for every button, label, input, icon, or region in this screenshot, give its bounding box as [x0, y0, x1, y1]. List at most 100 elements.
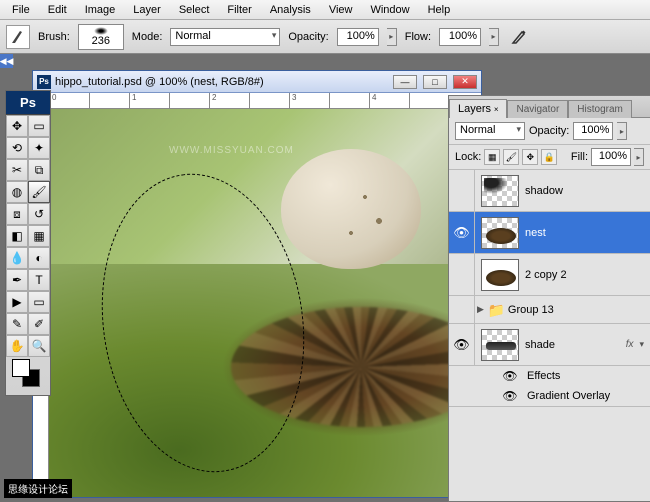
brush-preset-picker[interactable]: 236 [78, 24, 124, 50]
brush-dot-icon [94, 27, 108, 35]
type-tool[interactable]: T [28, 269, 50, 291]
layer-fill-flyout[interactable]: ▸ [634, 148, 644, 166]
layer-thumbnail[interactable] [481, 259, 519, 291]
lock-pixels-icon[interactable]: 🖌 [503, 149, 519, 165]
notes-tool[interactable]: ✎ [6, 313, 28, 335]
layer-name[interactable]: 2 copy 2 [525, 269, 650, 281]
layer-thumbnail[interactable] [481, 217, 519, 249]
layer-fill-input[interactable]: 100% [591, 148, 631, 166]
blur-tool[interactable]: 💧 [6, 247, 28, 269]
shape-tool[interactable]: ▭ [28, 291, 50, 313]
lock-label: Lock: [455, 151, 481, 163]
blend-mode-dropdown[interactable]: Normal [170, 28, 280, 46]
menu-view[interactable]: View [321, 2, 361, 18]
menu-window[interactable]: Window [362, 2, 417, 18]
document-titlebar[interactable]: Ps hippo_tutorial.psd @ 100% (nest, RGB/… [33, 71, 481, 93]
tab-histogram[interactable]: Histogram [568, 100, 632, 118]
layer-visibility-toggle[interactable]: 👁 [449, 212, 475, 253]
menu-file[interactable]: File [4, 2, 38, 18]
opacity-flyout[interactable]: ▸ [387, 28, 397, 46]
ruler-tick: 2 [209, 93, 249, 108]
current-tool-icon[interactable] [6, 25, 30, 49]
lasso-tool[interactable]: ⟲ [6, 137, 28, 159]
effects-header-row[interactable]: 👁 Effects [499, 366, 650, 386]
opacity-input[interactable]: 100% [337, 28, 379, 46]
document-title: hippo_tutorial.psd @ 100% (nest, RGB/8#) [55, 76, 387, 88]
menu-image[interactable]: Image [77, 2, 124, 18]
layer-row[interactable]: shadow [449, 170, 650, 212]
eyedropper-tool[interactable]: ✐ [28, 313, 50, 335]
path-selection-tool[interactable]: ▶ [6, 291, 28, 313]
layer-blend-row: Normal Opacity: 100% ▸ [449, 118, 650, 145]
flow-input[interactable]: 100% [439, 28, 481, 46]
fx-badge[interactable]: fx [626, 339, 634, 350]
brush-label: Brush: [38, 31, 70, 43]
clone-stamp-tool[interactable]: ⧈ [6, 203, 28, 225]
layer-thumbnail[interactable] [481, 175, 519, 207]
dodge-tool[interactable]: ◐ [28, 247, 50, 269]
layer-thumbnail[interactable] [481, 329, 519, 361]
flow-flyout[interactable]: ▸ [489, 28, 499, 46]
magic-wand-tool[interactable]: ✦ [28, 137, 50, 159]
menu-help[interactable]: Help [420, 2, 459, 18]
collapse-panels-button[interactable]: ◀◀ [0, 54, 13, 68]
lock-position-icon[interactable]: ✥ [522, 149, 538, 165]
effect-row[interactable]: 👁 Gradient Overlay [499, 386, 650, 406]
layer-row[interactable]: 👁 shade fx ▾ [449, 324, 650, 366]
pen-tool[interactable]: ✒ [6, 269, 28, 291]
layer-visibility-toggle[interactable] [449, 254, 475, 295]
layer-name[interactable]: shade [525, 339, 626, 351]
layer-row[interactable]: 2 copy 2 [449, 254, 650, 296]
layer-visibility-toggle[interactable]: 👁 [449, 324, 475, 365]
layer-opacity-flyout[interactable]: ▸ [617, 122, 627, 140]
history-brush-tool[interactable]: ↺ [28, 203, 50, 225]
disclosure-triangle-icon[interactable]: ▶ [477, 304, 484, 315]
menu-analysis[interactable]: Analysis [262, 2, 319, 18]
layer-blend-mode-dropdown[interactable]: Normal [455, 122, 525, 140]
slice-tool[interactable]: ⧉ [28, 159, 50, 181]
ruler-tick [329, 93, 369, 108]
layer-visibility-toggle[interactable] [449, 170, 475, 211]
foreground-color[interactable] [12, 359, 30, 377]
ruler-tick [169, 93, 209, 108]
gradient-tool[interactable]: ▦ [28, 225, 50, 247]
tab-layers[interactable]: Layers × [449, 99, 507, 118]
layer-name[interactable]: Group 13 [508, 304, 650, 316]
menu-layer[interactable]: Layer [125, 2, 169, 18]
layer-visibility-toggle[interactable] [449, 296, 475, 323]
minimize-button[interactable]: — [393, 75, 417, 89]
menu-edit[interactable]: Edit [40, 2, 75, 18]
layer-name[interactable]: shadow [525, 185, 650, 197]
marquee-tool[interactable]: ▭ [28, 115, 50, 137]
effect-visibility-toggle[interactable]: 👁 [499, 389, 521, 403]
effect-visibility-toggle[interactable]: 👁 [499, 369, 521, 383]
zoom-tool[interactable]: 🔍 [28, 335, 50, 357]
ruler-tick: 0 [49, 93, 89, 108]
eraser-tool[interactable]: ◧ [6, 225, 28, 247]
effect-name: Gradient Overlay [527, 390, 610, 402]
opacity-label: Opacity: [288, 31, 328, 43]
close-button[interactable]: ✕ [453, 75, 477, 89]
hand-tool[interactable]: ✋ [6, 335, 28, 357]
layer-group-row[interactable]: ▶ 📁 Group 13 [449, 296, 650, 324]
airbrush-icon[interactable] [507, 25, 531, 49]
layer-opacity-input[interactable]: 100% [573, 122, 613, 140]
lock-all-icon[interactable]: 🔒 [541, 149, 557, 165]
ruler-tick: 4 [369, 93, 409, 108]
crop-tool[interactable]: ✂ [6, 159, 28, 181]
maximize-button[interactable]: □ [423, 75, 447, 89]
healing-brush-tool[interactable]: ◍ [6, 181, 28, 203]
document-icon: Ps [37, 75, 51, 89]
menu-select[interactable]: Select [171, 2, 218, 18]
layer-row[interactable]: 👁 nest [449, 212, 650, 254]
layer-name[interactable]: nest [525, 227, 650, 239]
fx-disclosure-icon[interactable]: ▾ [639, 339, 644, 350]
move-tool[interactable]: ✥ [6, 115, 28, 137]
ruler-tick: 3 [289, 93, 329, 108]
ruler-horizontal[interactable]: 0 1 2 3 4 [33, 93, 481, 109]
tab-navigator[interactable]: Navigator [507, 100, 568, 118]
canvas[interactable]: WWW.MISSYUAN.COM [49, 109, 481, 497]
menu-filter[interactable]: Filter [219, 2, 259, 18]
brush-tool[interactable]: 🖌 [28, 181, 50, 203]
lock-transparency-icon[interactable]: ▦ [484, 149, 500, 165]
